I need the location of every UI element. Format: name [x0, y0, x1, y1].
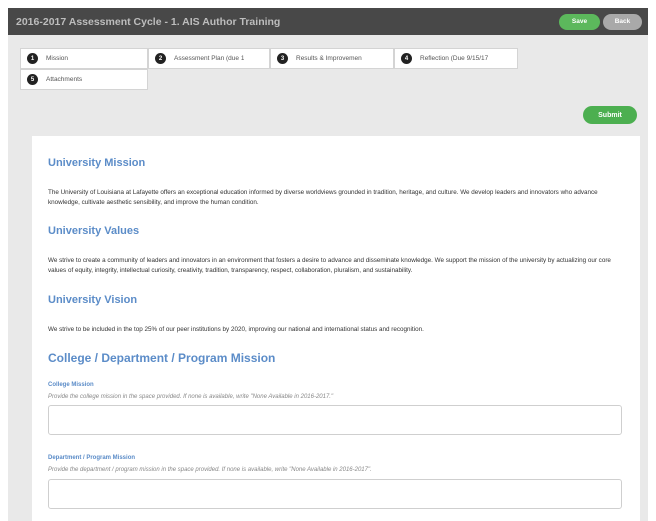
tab-label: Mission: [46, 55, 69, 62]
step-number-badge: 4: [401, 53, 412, 64]
tab-results-improvements[interactable]: 3 Results & Improvemen: [270, 48, 394, 69]
college-department-program-heading: College / Department / Program Mission: [48, 351, 276, 365]
tab-reflection[interactable]: 4 Reflection (Due 9/15/17: [394, 48, 518, 69]
university-vision-heading: University Vision: [48, 294, 138, 306]
step-number-badge: 2: [155, 53, 166, 64]
mission-panel: University Mission The University of Lou…: [32, 136, 640, 521]
step-number-badge: 1: [27, 53, 38, 64]
university-mission-text: The University of Louisiana at Lafayette…: [48, 189, 598, 206]
university-values-text: We strive to create a community of leade…: [48, 257, 611, 274]
college-mission-input[interactable]: [48, 405, 622, 435]
department-program-mission-help: Provide the department / program mission…: [48, 467, 372, 473]
step-number-badge: 3: [277, 53, 288, 64]
save-button[interactable]: Save: [559, 13, 600, 30]
university-values-heading: University Values: [48, 225, 140, 237]
tab-attachments[interactable]: 5 Attachments: [20, 69, 148, 90]
college-mission-help: Provide the college mission in the space…: [48, 394, 334, 400]
page-title: 2016-2017 Assessment Cycle - 1. AIS Auth…: [16, 15, 281, 28]
university-mission-heading: University Mission: [48, 157, 146, 169]
department-program-mission-label: Department / Program Mission: [48, 455, 136, 461]
app-frame: 2016-2017 Assessment Cycle - 1. AIS Auth…: [8, 8, 648, 521]
tab-mission[interactable]: 1 Mission: [20, 48, 148, 69]
back-button[interactable]: Back: [603, 13, 642, 30]
tab-label: Results & Improvemen: [296, 55, 362, 62]
tab-label: Reflection (Due 9/15/17: [420, 55, 489, 62]
tab-label: Attachments: [46, 76, 83, 83]
title-bar: 2016-2017 Assessment Cycle - 1. AIS Auth…: [8, 8, 648, 35]
tab-assessment-plan[interactable]: 2 Assessment Plan (due 1: [148, 48, 270, 69]
university-vision-text: We strive to be included in the top 25% …: [48, 326, 424, 333]
tab-label: Assessment Plan (due 1: [174, 55, 245, 62]
submit-button[interactable]: Submit: [583, 106, 637, 124]
department-program-mission-input[interactable]: [48, 479, 622, 509]
step-number-badge: 5: [27, 74, 38, 85]
college-mission-label: College Mission: [48, 382, 94, 388]
